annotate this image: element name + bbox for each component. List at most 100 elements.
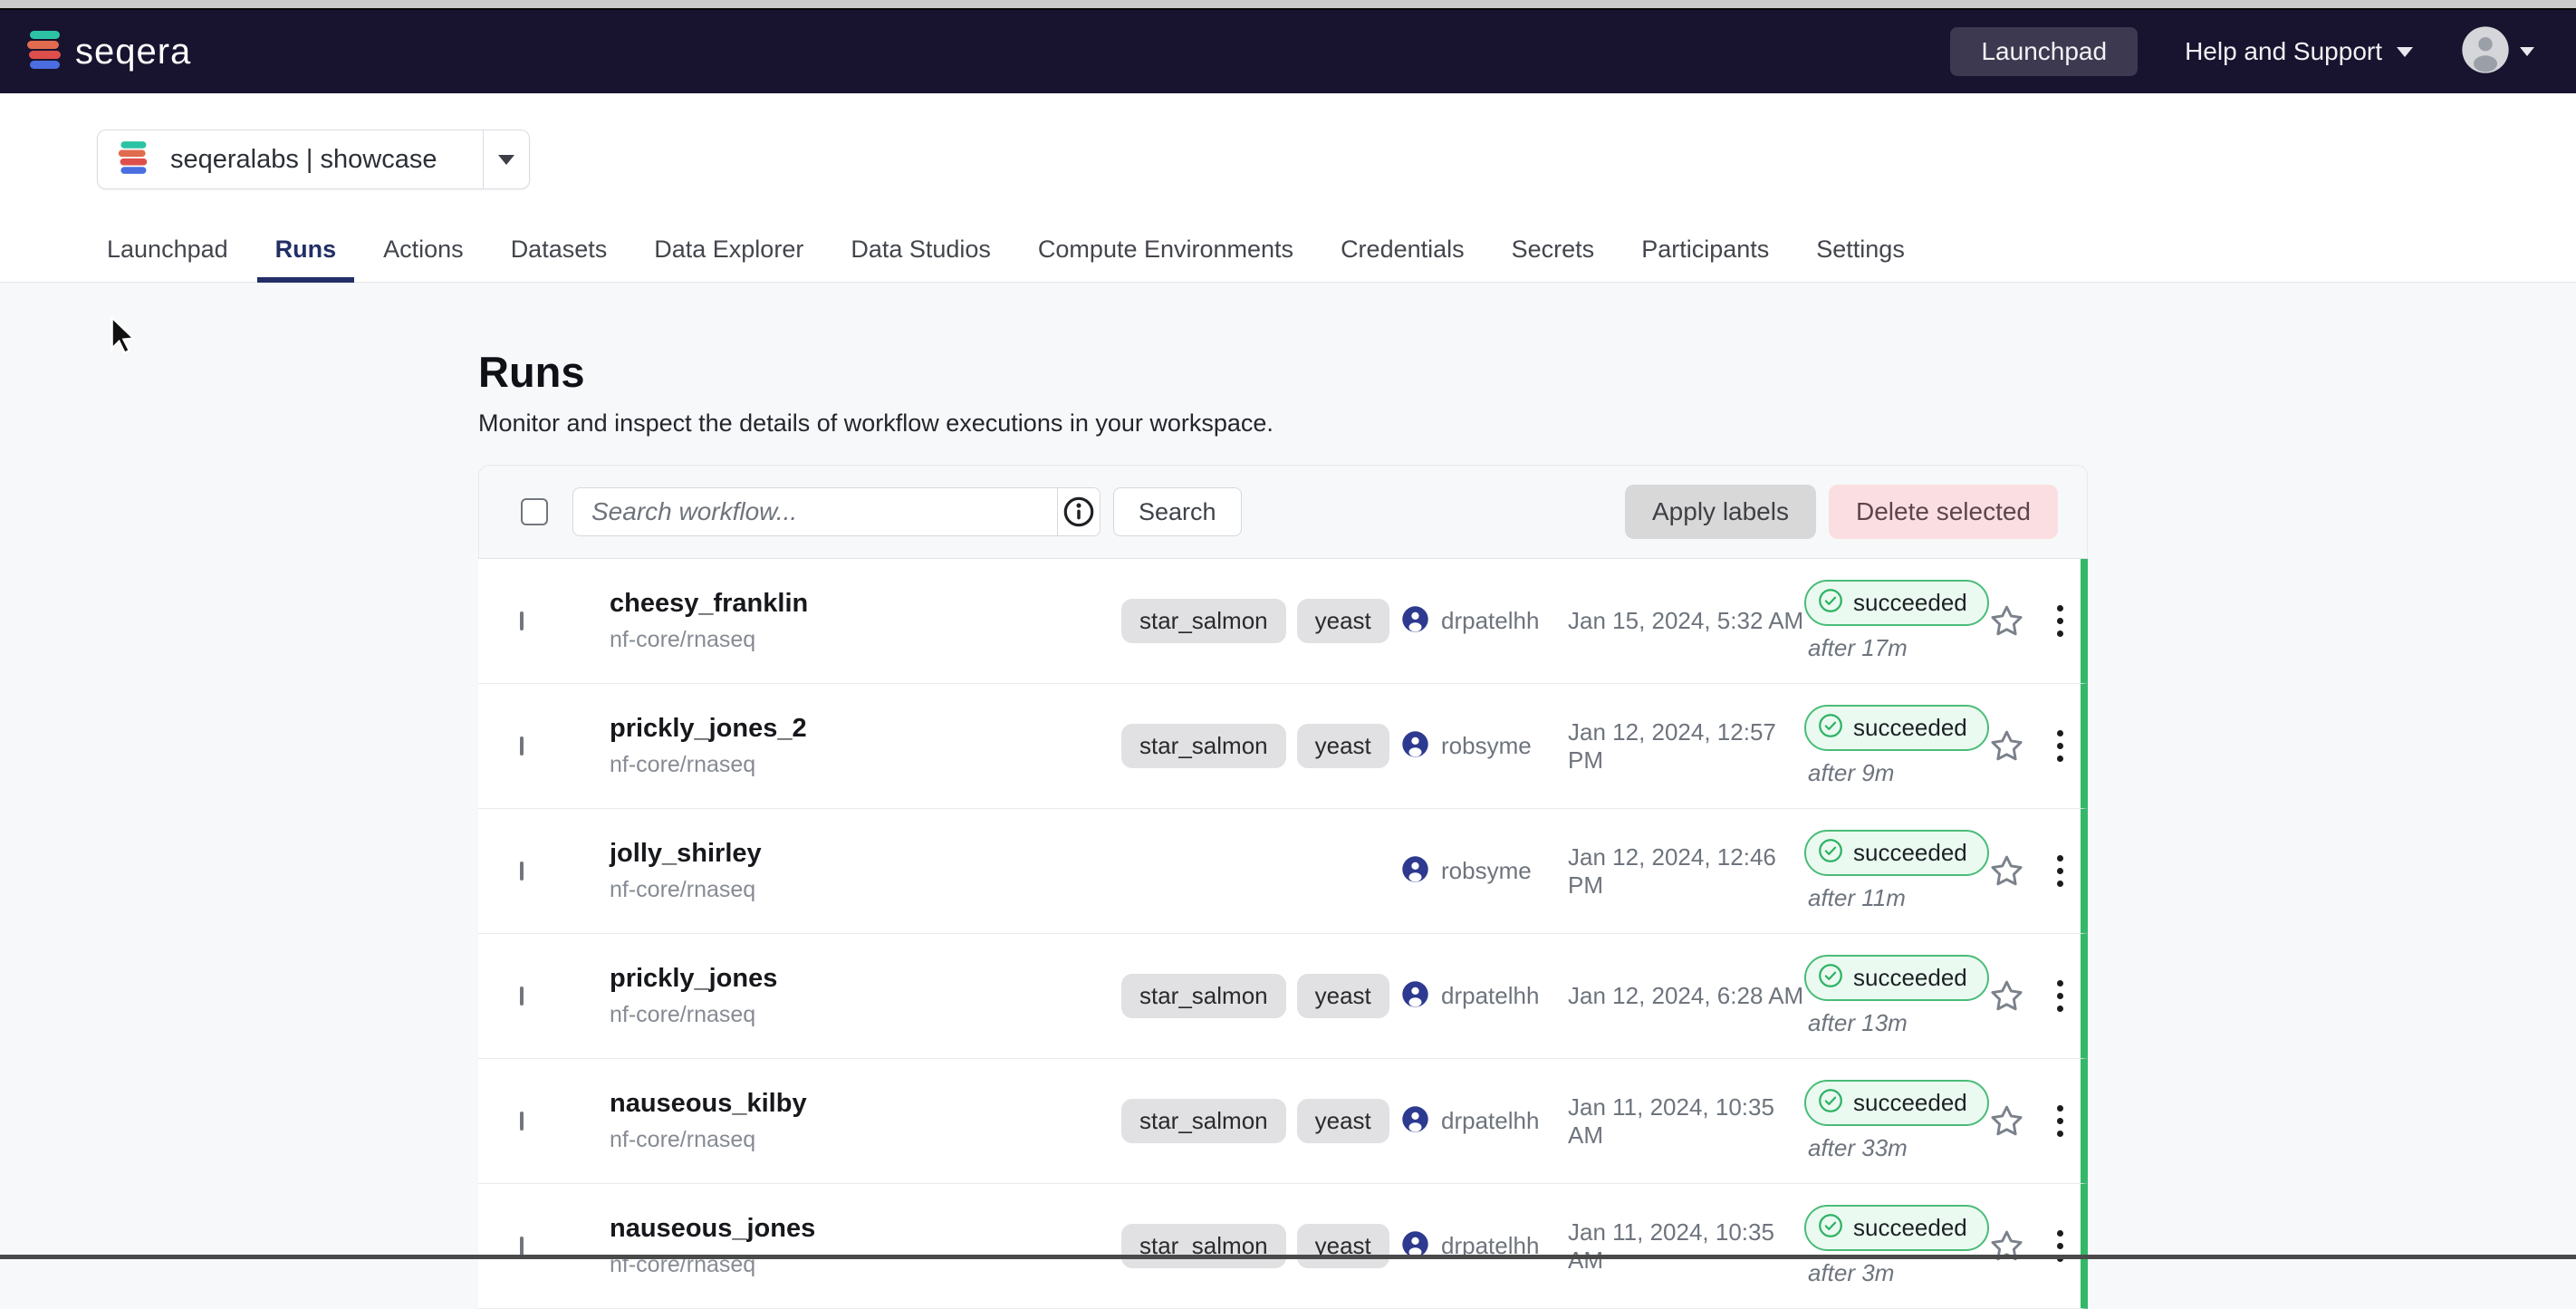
star-icon bbox=[1987, 727, 2026, 765]
run-user-name: drpatelhh bbox=[1441, 982, 1539, 1010]
tab-launchpad[interactable]: Launchpad bbox=[107, 217, 228, 282]
run-name[interactable]: prickly_jones bbox=[610, 964, 1121, 994]
run-checkbox[interactable] bbox=[520, 861, 524, 881]
run-user-name: drpatelhh bbox=[1441, 1107, 1539, 1135]
launchpad-button[interactable]: Launchpad bbox=[1950, 27, 2138, 76]
run-status: succeeded after 9m bbox=[1804, 705, 1982, 787]
status-badge: succeeded bbox=[1804, 1205, 1989, 1251]
run-name-cell: nauseous_jones nf-core/rnaseq bbox=[610, 1214, 1121, 1278]
tab-label: Credentials bbox=[1341, 236, 1465, 264]
status-badge: succeeded bbox=[1804, 955, 1989, 1001]
star-button[interactable] bbox=[1982, 1102, 2032, 1141]
check-circle-icon bbox=[1817, 587, 1844, 619]
run-name-cell: prickly_jones nf-core/rnaseq bbox=[610, 964, 1121, 1028]
run-labels: star_salmonyeast bbox=[1121, 1224, 1401, 1268]
run-row[interactable]: cheesy_franklin nf-core/rnaseq star_salm… bbox=[478, 559, 2088, 684]
run-status: succeeded after 33m bbox=[1804, 1080, 1982, 1162]
run-duration: after 3m bbox=[1804, 1259, 1894, 1287]
info-icon[interactable] bbox=[1058, 488, 1100, 535]
run-checkbox[interactable] bbox=[520, 736, 524, 756]
run-checkbox[interactable] bbox=[520, 1112, 524, 1131]
tab-compute-environments[interactable]: Compute Environments bbox=[1038, 217, 1293, 282]
tab-label: Actions bbox=[383, 236, 464, 264]
star-button[interactable] bbox=[1982, 1227, 2032, 1266]
run-name[interactable]: cheesy_franklin bbox=[610, 589, 1121, 619]
search-button[interactable]: Search bbox=[1113, 487, 1242, 536]
star-button[interactable] bbox=[1982, 852, 2032, 890]
star-icon bbox=[1987, 1102, 2026, 1141]
runs-list: cheesy_franklin nf-core/rnaseq star_salm… bbox=[478, 559, 2095, 1309]
check-circle-icon bbox=[1817, 712, 1844, 744]
workspace-selector[interactable]: seqeralabs | showcase bbox=[97, 130, 530, 189]
run-date: Jan 12, 2024, 12:57 PM bbox=[1568, 718, 1804, 775]
row-menu-button[interactable] bbox=[2032, 855, 2088, 887]
run-status-label: succeeded bbox=[1853, 964, 1967, 992]
run-row[interactable]: prickly_jones nf-core/rnaseq star_salmon… bbox=[478, 934, 2088, 1059]
select-all-checkbox[interactable] bbox=[521, 498, 548, 525]
row-menu-button[interactable] bbox=[2032, 980, 2088, 1012]
run-label-pill: star_salmon bbox=[1121, 599, 1286, 643]
run-name[interactable]: nauseous_jones bbox=[610, 1214, 1121, 1244]
page-description: Monitor and inspect the details of workf… bbox=[478, 409, 1274, 438]
help-and-support-menu[interactable]: Help and Support bbox=[2185, 37, 2413, 66]
delete-selected-button[interactable]: Delete selected bbox=[1829, 485, 2058, 539]
row-menu-button[interactable] bbox=[2032, 730, 2088, 762]
run-name[interactable]: jolly_shirley bbox=[610, 839, 1121, 869]
star-icon bbox=[1987, 602, 2026, 640]
account-menu[interactable] bbox=[2460, 24, 2534, 80]
tab-data-explorer[interactable]: Data Explorer bbox=[654, 217, 803, 282]
run-user: drpatelhh bbox=[1401, 1105, 1568, 1138]
run-name[interactable]: nauseous_kilby bbox=[610, 1089, 1121, 1119]
run-label-pill: yeast bbox=[1297, 599, 1389, 643]
seqera-logo-icon bbox=[26, 30, 62, 74]
run-row[interactable]: jolly_shirley nf-core/rnaseq robsyme Jan… bbox=[478, 809, 2088, 934]
run-status: succeeded after 11m bbox=[1804, 830, 1982, 912]
star-button[interactable] bbox=[1982, 977, 2032, 1015]
apply-labels-button[interactable]: Apply labels bbox=[1625, 485, 1816, 539]
tab-credentials[interactable]: Credentials bbox=[1341, 217, 1465, 282]
run-row[interactable]: prickly_jones_2 nf-core/rnaseq star_salm… bbox=[478, 684, 2088, 809]
workspace-selector-caret-button[interactable] bbox=[484, 130, 529, 188]
run-status-label: succeeded bbox=[1853, 839, 1967, 867]
run-date: Jan 12, 2024, 6:28 AM bbox=[1568, 982, 1804, 1010]
run-status-label: succeeded bbox=[1853, 589, 1967, 617]
run-labels: star_salmonyeast bbox=[1121, 1099, 1401, 1143]
tab-participants[interactable]: Participants bbox=[1641, 217, 1769, 282]
help-menu-label: Help and Support bbox=[2185, 37, 2382, 66]
workspace-header: seqeralabs | showcase Launchpad Runs Actio… bbox=[0, 93, 2576, 283]
star-button[interactable] bbox=[1982, 602, 2032, 640]
tab-label: Participants bbox=[1641, 236, 1769, 264]
tab-label: Launchpad bbox=[107, 236, 228, 264]
run-checkbox[interactable] bbox=[520, 1237, 524, 1256]
brand[interactable]: seqera bbox=[26, 30, 191, 74]
tab-datasets[interactable]: Datasets bbox=[511, 217, 608, 282]
run-name-cell: nauseous_kilby nf-core/rnaseq bbox=[610, 1089, 1121, 1153]
tab-data-studios[interactable]: Data Studios bbox=[851, 217, 991, 282]
run-checkbox-cell bbox=[478, 1113, 610, 1130]
run-repo: nf-core/rnaseq bbox=[610, 627, 1121, 653]
run-user: robsyme bbox=[1401, 730, 1568, 763]
tab-label: Settings bbox=[1816, 236, 1905, 264]
tab-actions[interactable]: Actions bbox=[383, 217, 464, 282]
row-menu-button[interactable] bbox=[2032, 1105, 2088, 1137]
workspace-name: seqeralabs | showcase bbox=[170, 145, 437, 175]
run-checkbox-cell bbox=[478, 988, 610, 1005]
run-label-pill: yeast bbox=[1297, 724, 1389, 768]
run-name[interactable]: prickly_jones_2 bbox=[610, 714, 1121, 744]
row-menu-button[interactable] bbox=[2032, 605, 2088, 637]
tab-settings[interactable]: Settings bbox=[1816, 217, 1905, 282]
run-user-name: robsyme bbox=[1441, 732, 1532, 760]
tab-runs[interactable]: Runs bbox=[275, 217, 337, 282]
runs-table: Search Apply labels Delete selected chee… bbox=[478, 465, 2095, 1309]
run-repo: nf-core/rnaseq bbox=[610, 877, 1121, 903]
run-checkbox[interactable] bbox=[520, 611, 524, 630]
star-button[interactable] bbox=[1982, 727, 2032, 765]
run-date: Jan 15, 2024, 5:32 AM bbox=[1568, 607, 1804, 635]
tab-secrets[interactable]: Secrets bbox=[1512, 217, 1595, 282]
run-row[interactable]: nauseous_jones nf-core/rnaseq star_salmo… bbox=[478, 1184, 2088, 1309]
run-name-cell: jolly_shirley nf-core/rnaseq bbox=[610, 839, 1121, 903]
run-checkbox[interactable] bbox=[520, 987, 524, 1006]
kebab-menu-icon bbox=[2057, 730, 2063, 762]
run-row[interactable]: nauseous_kilby nf-core/rnaseq star_salmo… bbox=[478, 1059, 2088, 1184]
search-input[interactable] bbox=[573, 488, 1057, 535]
